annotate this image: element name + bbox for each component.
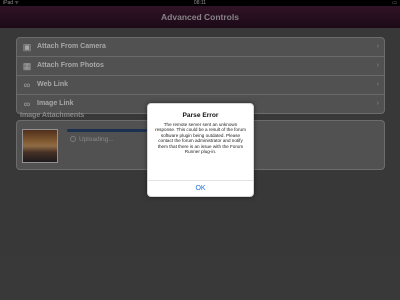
alert-divider — [148, 180, 253, 181]
alert-message: The remote server sent an unknown respon… — [155, 122, 246, 155]
alert-title: Parse Error — [182, 112, 219, 119]
alert-dialog: Parse Error The remote server sent an un… — [147, 103, 254, 197]
ok-button[interactable]: OK — [148, 182, 253, 196]
